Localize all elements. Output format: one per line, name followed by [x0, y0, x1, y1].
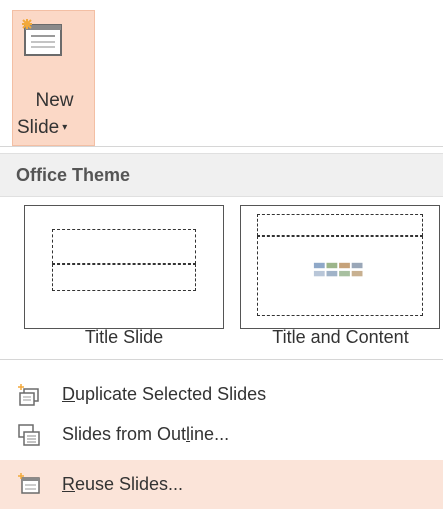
menu-item-reuse-slides[interactable]: Reuse Slides...: [0, 460, 443, 509]
layout-label-title-slide: Title Slide: [84, 327, 164, 347]
menu-item-label: Duplicate Selected Slides: [62, 384, 267, 404]
title-placeholder: [52, 229, 196, 264]
title-placeholder: [257, 214, 423, 236]
new-slide-icon: [22, 19, 62, 56]
reuse-slides-icon: [18, 473, 40, 494]
new-slide-button[interactable]: New Slide ▾: [12, 10, 95, 146]
chevron-down-icon: ▾: [62, 122, 68, 133]
subtitle-placeholder: [52, 264, 196, 291]
menu-item-label: Slides from Outline...: [62, 424, 230, 444]
menu-item-label: Reuse Slides...: [62, 474, 184, 494]
new-slide-dropdown: New Slide ▾ Office Theme Title Slide Tit…: [0, 0, 443, 509]
menu-item-slides-from-outline[interactable]: Slides from Outline...: [0, 415, 443, 455]
content-type-icons: [313, 262, 363, 277]
new-slide-label-line1: New: [35, 90, 74, 111]
section-header-office-theme: Office Theme: [0, 153, 443, 197]
menu-separator: [0, 359, 443, 360]
layout-title-and-content[interactable]: [240, 205, 440, 329]
new-slide-label-line2: Slide ▾: [17, 117, 68, 138]
layout-gallery-panel: Office Theme Title Slide Title and Conte…: [0, 146, 443, 509]
slides-from-outline-icon: [18, 424, 40, 446]
layout-label-title-and-content: Title and Content: [272, 327, 409, 347]
layout-title-slide[interactable]: [24, 205, 224, 329]
duplicate-slides-icon: [18, 384, 39, 406]
menu-item-duplicate-selected-slides[interactable]: Duplicate Selected Slides: [0, 375, 443, 415]
